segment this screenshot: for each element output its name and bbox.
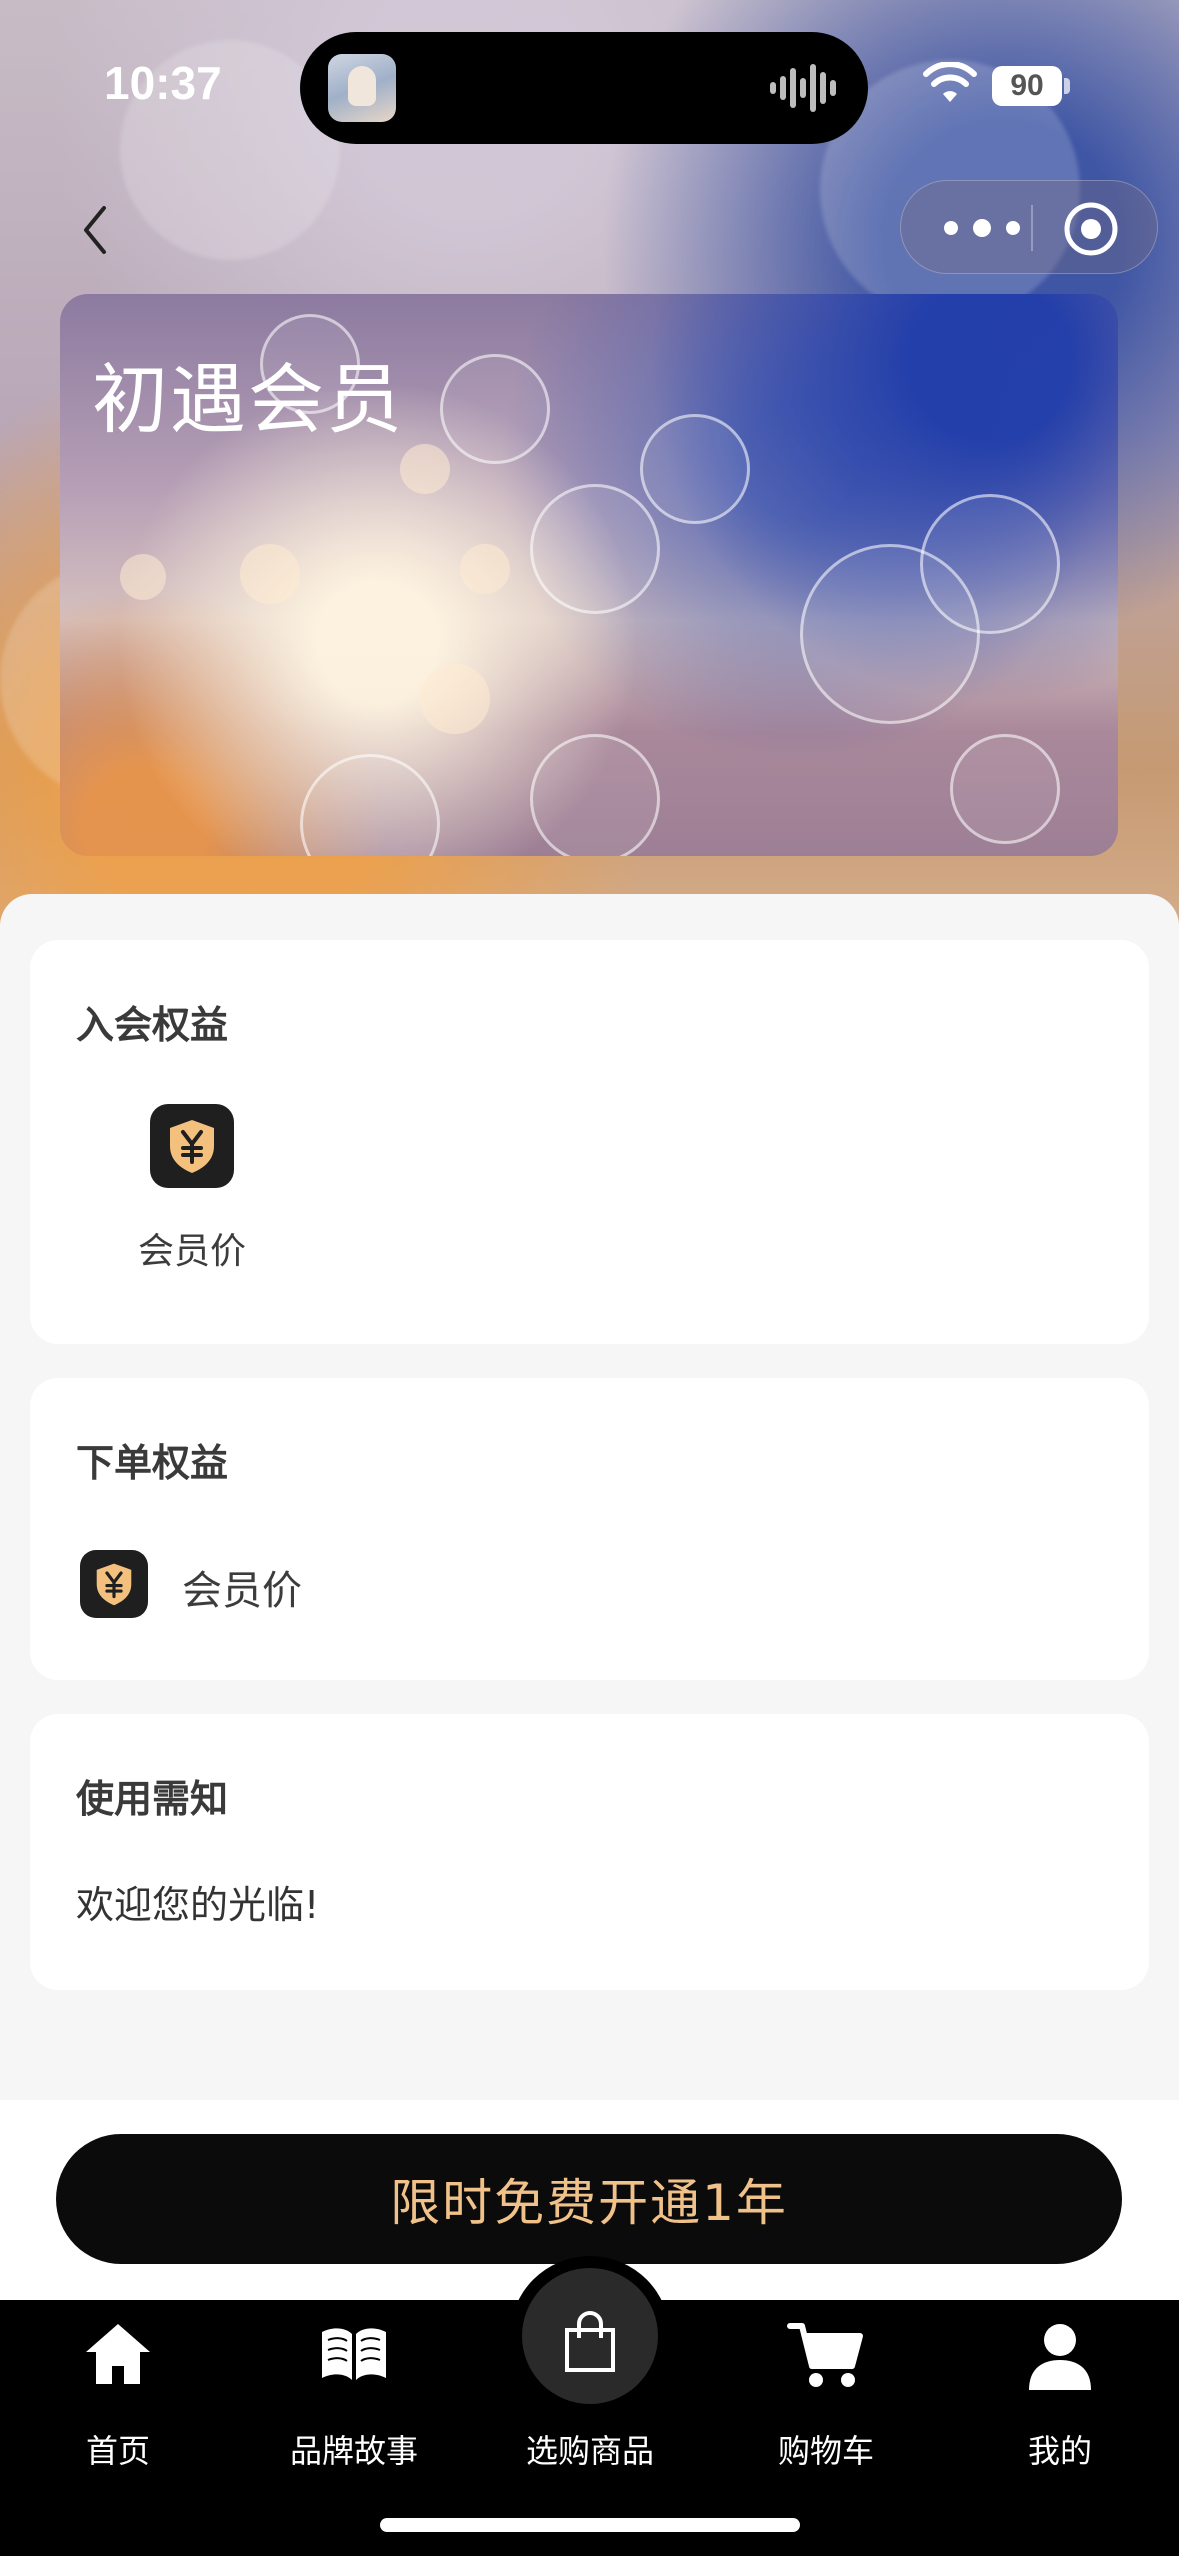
join-benefit-label: 会员价 <box>138 1231 247 1272</box>
tab-profile[interactable]: 我的 <box>960 2316 1160 2470</box>
home-icon <box>86 2324 150 2384</box>
tab-cart-label: 购物车 <box>777 2432 874 2470</box>
bokeh-circle <box>300 754 440 856</box>
order-benefits-title: 下单权益 <box>76 1441 229 1485</box>
bokeh-circle <box>950 734 1060 844</box>
target-circle-icon[interactable] <box>1061 199 1121 259</box>
bokeh-circle <box>420 664 490 734</box>
membership-card: 初遇会员 <box>60 294 1118 856</box>
tab-shop[interactable]: 选购商品 <box>490 2311 690 2470</box>
bokeh-circle <box>530 484 660 614</box>
avatar-icon <box>328 54 396 122</box>
join-benefits-title: 入会权益 <box>76 1003 229 1047</box>
shopping-bag-icon <box>565 2311 615 2372</box>
tab-profile-label: 我的 <box>1027 2432 1092 2470</box>
mini-program-capsule <box>900 180 1158 274</box>
bokeh-circle <box>640 414 750 524</box>
tab-home[interactable]: 首页 <box>18 2316 218 2470</box>
bokeh-circle <box>530 734 660 856</box>
activate-membership-button[interactable]: 限时免费开通1年 <box>56 2134 1122 2264</box>
notice-panel: 使用需知 欢迎您的光临! <box>30 1714 1149 1990</box>
bokeh-circle <box>440 354 550 464</box>
book-icon <box>322 2328 386 2380</box>
capsule-divider <box>1031 205 1033 251</box>
home-indicator <box>380 2518 800 2532</box>
tab-brand-story-label: 品牌故事 <box>289 2432 418 2470</box>
status-time: 10:37 <box>104 57 222 109</box>
back-chevron-icon[interactable] <box>72 200 122 260</box>
yuan-shield-icon[interactable] <box>150 1104 234 1188</box>
notice-text: 欢迎您的光临! <box>76 1883 320 1927</box>
order-benefit-label: 会员价 <box>182 1568 302 1614</box>
tab-home-label: 首页 <box>85 2432 150 2470</box>
tab-cart[interactable]: 购物车 <box>726 2316 926 2470</box>
person-icon <box>1029 2324 1091 2390</box>
waveform-icon <box>770 64 836 112</box>
yuan-shield-icon <box>80 1550 148 1618</box>
notice-title: 使用需知 <box>76 1777 229 1821</box>
order-benefits-panel: 下单权益 会员价 <box>30 1378 1149 1680</box>
battery-icon: 90 <box>992 66 1062 106</box>
membership-page: 10:37 90 初遇会员 入会权益 会员价 下单权益 会员价 使用需知 欢迎您… <box>0 0 1179 2556</box>
cart-icon <box>787 2323 863 2387</box>
join-benefits-panel: 入会权益 会员价 <box>30 940 1149 1344</box>
bokeh-circle <box>240 544 300 604</box>
wifi-icon <box>923 62 977 102</box>
battery-tip <box>1064 78 1070 94</box>
dynamic-island[interactable] <box>300 32 868 144</box>
tab-shop-label: 选购商品 <box>525 2432 654 2470</box>
bokeh-circle <box>400 444 450 494</box>
card-title: 初遇会员 <box>92 355 404 444</box>
bokeh-circle <box>460 544 510 594</box>
tab-brand-story[interactable]: 品牌故事 <box>254 2316 454 2470</box>
bokeh-circle <box>120 554 166 600</box>
bokeh-circle <box>920 494 1060 634</box>
more-dots-icon[interactable] <box>937 211 1027 245</box>
